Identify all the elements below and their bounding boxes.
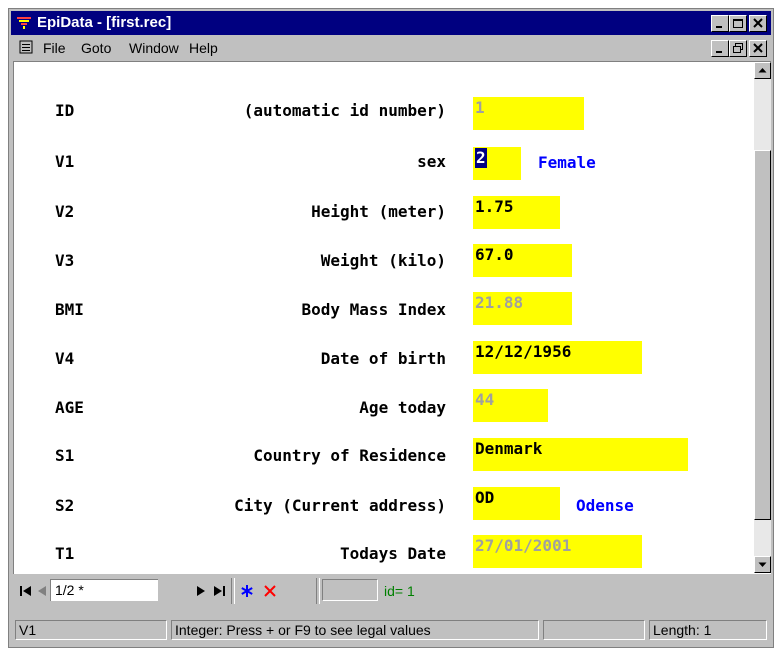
field-value-bmi: 21.88 bbox=[475, 293, 524, 312]
field-input-age[interactable]: 44 bbox=[473, 389, 548, 422]
record-number-input[interactable]: 1/2 * bbox=[50, 579, 158, 601]
scroll-up-arrow-icon bbox=[758, 68, 767, 73]
field-label-s1: Country of Residence bbox=[253, 446, 446, 465]
first-record-button[interactable] bbox=[19, 580, 33, 602]
value-label-v1: Female bbox=[538, 153, 596, 172]
field-label-s2: City (Current address) bbox=[234, 496, 446, 515]
field-value-age: 44 bbox=[475, 390, 495, 409]
field-name-v4: V4 bbox=[55, 349, 75, 368]
field-value-v4: 12/12/1956 bbox=[475, 342, 572, 361]
doc-minimize-button[interactable] bbox=[711, 40, 729, 57]
scroll-up-button[interactable] bbox=[754, 62, 771, 79]
status-field-name: V1 bbox=[15, 620, 167, 640]
field-input-t1[interactable]: 27/01/2001 bbox=[473, 535, 642, 568]
epidata-app-icon[interactable] bbox=[16, 15, 32, 31]
status-length: Length: 1 bbox=[649, 620, 767, 640]
status-extra bbox=[543, 620, 645, 640]
field-label-t1: Todays Date bbox=[340, 544, 446, 563]
navigator-separator bbox=[316, 578, 320, 604]
close-icon bbox=[753, 43, 763, 53]
data-entry-form: ID (automatic id number) 1 V1 sex 2 Fema… bbox=[13, 61, 771, 574]
field-input-v4[interactable]: 12/12/1956 bbox=[473, 341, 642, 374]
vertical-scrollbar[interactable] bbox=[754, 62, 771, 573]
field-value-id: 1 bbox=[475, 98, 485, 117]
doc-restore-button[interactable] bbox=[729, 40, 747, 57]
scroll-thumb[interactable] bbox=[754, 150, 771, 520]
field-value-t1: 27/01/2001 bbox=[475, 536, 572, 555]
field-value-v2: 1.75 bbox=[475, 197, 514, 216]
field-name-s1: S1 bbox=[55, 446, 75, 465]
menu-bar: File Goto Window Help bbox=[11, 37, 771, 59]
title-bar[interactable]: EpiData - [first.rec] bbox=[11, 11, 771, 35]
menu-help[interactable]: Help bbox=[189, 40, 218, 56]
epidata-window: EpiData - [first.rec] File Goto Window H… bbox=[8, 8, 774, 648]
field-label-v3: Weight (kilo) bbox=[320, 251, 446, 270]
previous-record-button[interactable] bbox=[34, 580, 48, 602]
record-id-text: id= 1 bbox=[384, 583, 415, 599]
value-label-s2: Odense bbox=[576, 496, 634, 515]
restore-icon bbox=[733, 43, 743, 53]
field-label-v2: Height (meter) bbox=[311, 202, 446, 221]
previous-record-icon bbox=[38, 586, 46, 596]
field-label-v4: Date of birth bbox=[320, 349, 446, 368]
next-record-button[interactable] bbox=[195, 580, 209, 602]
field-name-id: ID bbox=[55, 101, 75, 120]
next-record-icon bbox=[197, 586, 205, 596]
field-label-bmi: Body Mass Index bbox=[301, 300, 447, 319]
field-name-bmi: BMI bbox=[55, 300, 84, 319]
field-input-v2[interactable]: 1.75 bbox=[473, 196, 560, 229]
field-input-v1[interactable]: 2 bbox=[473, 147, 521, 180]
field-name-v1: V1 bbox=[55, 152, 75, 171]
field-name-v3: V3 bbox=[55, 251, 75, 270]
close-button[interactable] bbox=[749, 15, 767, 32]
navigator-separator bbox=[231, 578, 235, 604]
delete-record-button[interactable] bbox=[261, 580, 279, 602]
maximize-icon bbox=[733, 19, 743, 28]
maximize-button[interactable] bbox=[729, 15, 747, 32]
minimize-icon bbox=[716, 26, 722, 28]
new-record-button[interactable] bbox=[238, 580, 256, 602]
menu-file[interactable]: File bbox=[43, 40, 66, 56]
field-value-v1: 2 bbox=[475, 148, 487, 168]
close-icon bbox=[753, 18, 763, 28]
field-input-s1[interactable]: Denmark bbox=[473, 438, 688, 471]
field-name-s2: S2 bbox=[55, 496, 75, 515]
field-input-s2[interactable]: OD bbox=[473, 487, 560, 520]
navigator-status-box bbox=[322, 579, 378, 601]
field-name-t1: T1 bbox=[55, 544, 75, 563]
status-bar: V1 Integer: Press + or F9 to see legal v… bbox=[13, 618, 771, 642]
minimize-icon bbox=[716, 51, 722, 53]
doc-close-button[interactable] bbox=[749, 40, 767, 57]
status-message: Integer: Press + or F9 to see legal valu… bbox=[171, 620, 539, 640]
scroll-down-arrow-icon bbox=[758, 562, 767, 567]
delete-x-icon bbox=[264, 585, 276, 597]
field-label-id: (automatic id number) bbox=[243, 101, 446, 120]
record-navigator: 1/2 * id= 1 bbox=[13, 575, 771, 607]
field-name-age: AGE bbox=[55, 398, 84, 417]
field-value-v3: 67.0 bbox=[475, 245, 514, 264]
field-label-age: Age today bbox=[359, 398, 446, 417]
document-system-menu-icon[interactable] bbox=[19, 40, 33, 54]
scroll-down-button[interactable] bbox=[754, 556, 771, 573]
last-record-icon bbox=[214, 586, 225, 596]
last-record-button[interactable] bbox=[212, 580, 226, 602]
new-record-asterisk-icon bbox=[241, 585, 253, 597]
first-record-icon bbox=[20, 586, 31, 596]
field-value-s2: OD bbox=[475, 488, 495, 507]
menu-goto[interactable]: Goto bbox=[81, 40, 111, 56]
field-label-v1: sex bbox=[417, 152, 446, 171]
field-input-id[interactable]: 1 bbox=[473, 97, 584, 130]
minimize-button[interactable] bbox=[711, 15, 729, 32]
window-title: EpiData - [first.rec] bbox=[37, 14, 172, 31]
field-value-s1: Denmark bbox=[475, 439, 543, 458]
field-input-bmi[interactable]: 21.88 bbox=[473, 292, 572, 325]
field-input-v3[interactable]: 67.0 bbox=[473, 244, 572, 277]
menu-window[interactable]: Window bbox=[129, 40, 179, 56]
field-name-v2: V2 bbox=[55, 202, 75, 221]
